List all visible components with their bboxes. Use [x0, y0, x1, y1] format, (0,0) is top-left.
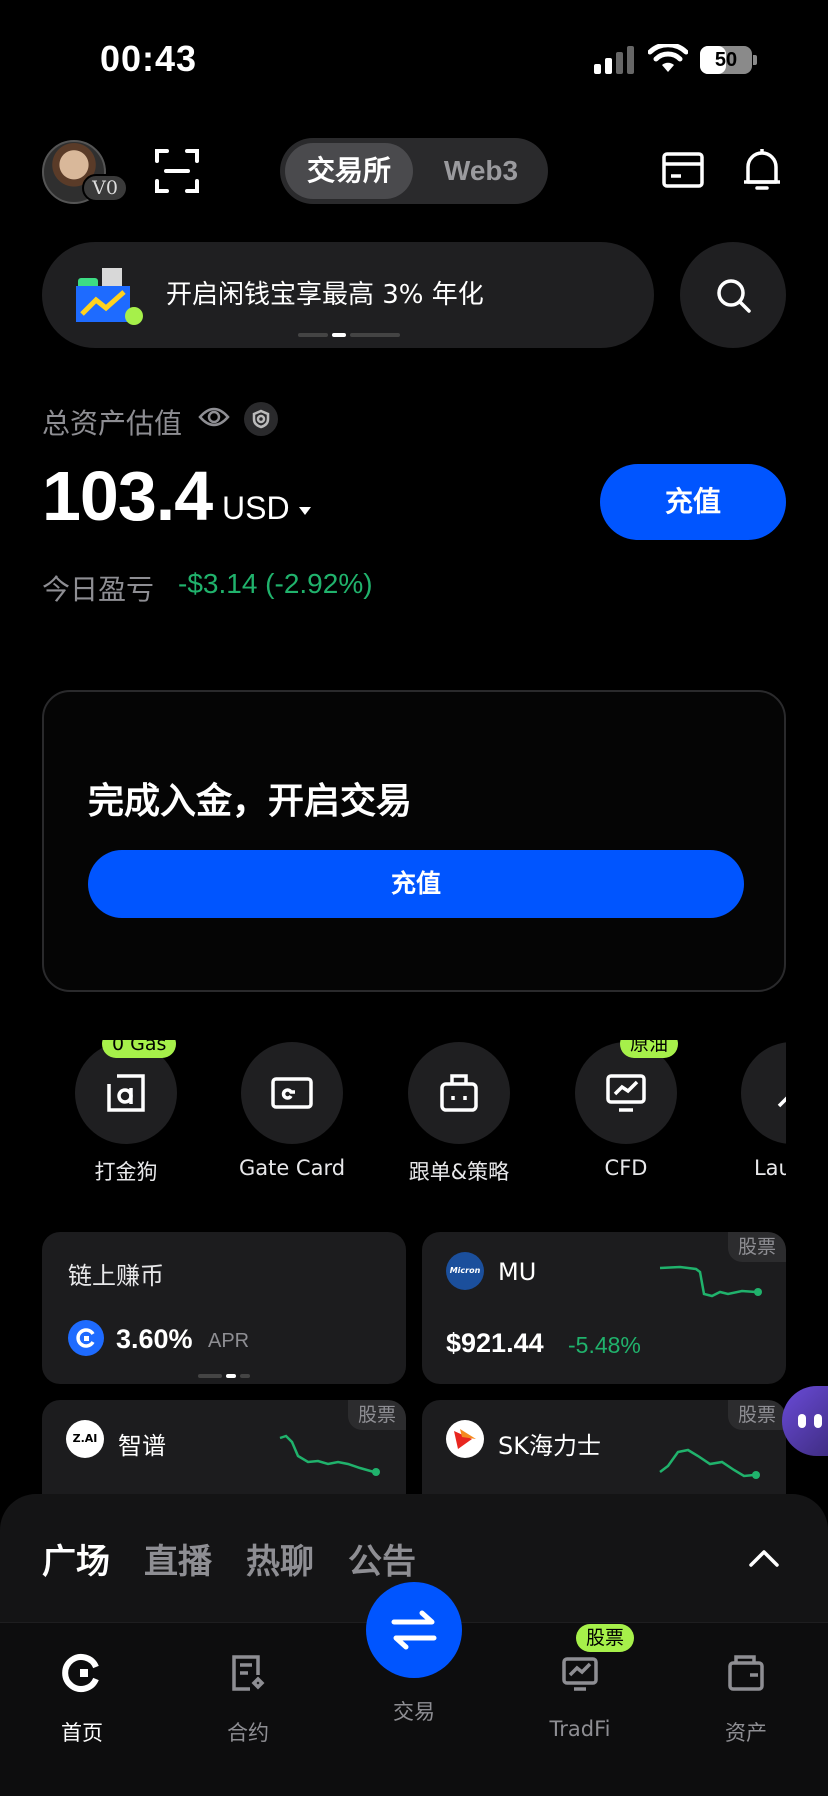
tab-web3[interactable]: Web3: [420, 143, 542, 199]
nav-futures[interactable]: 合约: [178, 1653, 318, 1763]
launch-icon: [777, 1096, 786, 1108]
first-deposit-button[interactable]: 充值: [88, 850, 744, 918]
exchange-web3-switch: 交易所 Web3: [280, 138, 548, 204]
stock-tag: 股票: [727, 1232, 786, 1262]
wallet-icon: [728, 1655, 764, 1691]
shortcut-copy-trading[interactable]: 跟单&策略: [375, 1042, 543, 1190]
shortcut-gate-card[interactable]: Gate Card: [208, 1042, 376, 1190]
nav-label: 合约: [227, 1721, 269, 1745]
trade-button[interactable]: [366, 1582, 462, 1678]
nav-tradfi[interactable]: TradFi: [510, 1653, 650, 1763]
sparkline: [659, 1265, 762, 1298]
shortcut-label: 打金狗: [94, 1160, 158, 1184]
first-deposit-title: 完成入金，开启交易: [88, 781, 413, 822]
shortcut-label: 跟单&策略: [408, 1160, 510, 1184]
tab-square[interactable]: 广场: [42, 1534, 110, 1583]
swap-icon: [391, 1610, 437, 1650]
apr-label: APR: [208, 1330, 250, 1352]
stock-name: MU: [498, 1258, 537, 1286]
total-assets-label: 总资产估值: [42, 407, 183, 440]
shortcut-label: Launch: [753, 1156, 786, 1180]
futures-icon: [232, 1655, 265, 1691]
sk-logo: [446, 1420, 484, 1458]
banner-pagination: [298, 333, 400, 337]
total-assets-value: 103.4: [42, 457, 213, 535]
shortcut-label: CFD: [604, 1156, 648, 1180]
tab-announcements[interactable]: 公告: [348, 1534, 416, 1583]
sparkline: [279, 1434, 380, 1476]
stock-change: -5.48%: [568, 1332, 641, 1358]
micron-logo: Micron: [446, 1252, 484, 1290]
chevron-up-icon[interactable]: [748, 1548, 780, 1568]
earn-card[interactable]: 链上赚币 3.60% APR: [42, 1232, 406, 1384]
gate-logo-icon: [68, 1320, 104, 1356]
nav-assets[interactable]: 资产: [676, 1653, 816, 1763]
status-bar: 00:43 50: [0, 0, 828, 120]
shortcut-label: Gate Card: [238, 1156, 346, 1180]
wallet-growth-icon: [76, 268, 143, 325]
tab-live[interactable]: 直播: [144, 1534, 212, 1583]
shortcut-tag-0gas: 0 Gas: [102, 1040, 177, 1058]
caret-down-icon[interactable]: [298, 506, 312, 516]
today-pnl-value: -$3.14 (-2.92%): [178, 568, 373, 599]
chart-monitor-icon: [606, 1074, 646, 1112]
bell-icon[interactable]: [742, 146, 782, 192]
signal-icon: [594, 46, 634, 74]
card-icon[interactable]: [662, 150, 704, 190]
card-icon: [271, 1077, 313, 1109]
alpha-icon: [107, 1074, 145, 1112]
battery-icon: 50: [700, 46, 757, 74]
tab-exchange[interactable]: 交易所: [285, 143, 413, 199]
stock-card-mu[interactable]: 股票 Micron MU $921.44 -5.48%: [422, 1232, 786, 1384]
nav-home[interactable]: 首页: [12, 1653, 152, 1763]
home-icon: [62, 1654, 99, 1692]
stock-tag: 股票: [727, 1400, 786, 1430]
zai-logo: Z.AI: [66, 1420, 104, 1458]
currency-selector[interactable]: USD: [222, 490, 290, 527]
scan-icon[interactable]: [154, 148, 200, 194]
stock-tag: 股票: [347, 1400, 406, 1430]
stock-price: $921.44: [446, 1328, 544, 1358]
stock-name: SK海力士: [498, 1432, 601, 1460]
apr-value: 3.60%: [116, 1324, 193, 1354]
status-time: 00:43: [100, 38, 198, 79]
nav-label: 资产: [725, 1721, 767, 1745]
promo-banner[interactable]: 开启闲钱宝享最高 3% 年化: [42, 242, 654, 348]
earn-card-title: 链上赚币: [68, 1262, 164, 1290]
search-button[interactable]: [680, 242, 786, 348]
battery-percent: 50: [714, 49, 738, 71]
vip-badge: V0: [82, 174, 128, 202]
tab-hot-chat[interactable]: 热聊: [246, 1534, 314, 1583]
assistant-bubble[interactable]: [782, 1386, 828, 1456]
eye-icon[interactable]: [198, 405, 230, 429]
shortcut-tag-oil: 原油: [620, 1040, 679, 1058]
shield-icon[interactable]: [244, 402, 278, 436]
nav-label: TradFi: [549, 1717, 611, 1741]
nav-tradfi-tag: 股票: [576, 1624, 635, 1652]
tradfi-icon: [562, 1657, 598, 1691]
shortcut-launch[interactable]: Launch: [708, 1042, 786, 1190]
deposit-button[interactable]: 充值: [600, 464, 786, 540]
first-deposit-card: 完成入金，开启交易 充值: [42, 690, 786, 992]
nav-trade-label: 交易: [393, 1700, 435, 1724]
stock-name: 智谱: [118, 1432, 166, 1460]
today-pnl-label: 今日盈亏: [42, 573, 155, 606]
robot-icon: [440, 1074, 478, 1112]
earn-card-pagination: [198, 1374, 250, 1378]
shortcut-row: 0 Gas 打金狗 Gate Card 跟单&策略 原油 CFD Lau: [42, 1040, 786, 1190]
shortcut-cfd[interactable]: 原油 CFD: [542, 1040, 710, 1190]
shortcut-gold-dog[interactable]: 0 Gas 打金狗: [42, 1040, 210, 1190]
wifi-icon: [648, 44, 688, 72]
search-icon: [717, 279, 751, 313]
sparkline: [659, 1448, 760, 1479]
nav-label: 首页: [61, 1721, 103, 1745]
